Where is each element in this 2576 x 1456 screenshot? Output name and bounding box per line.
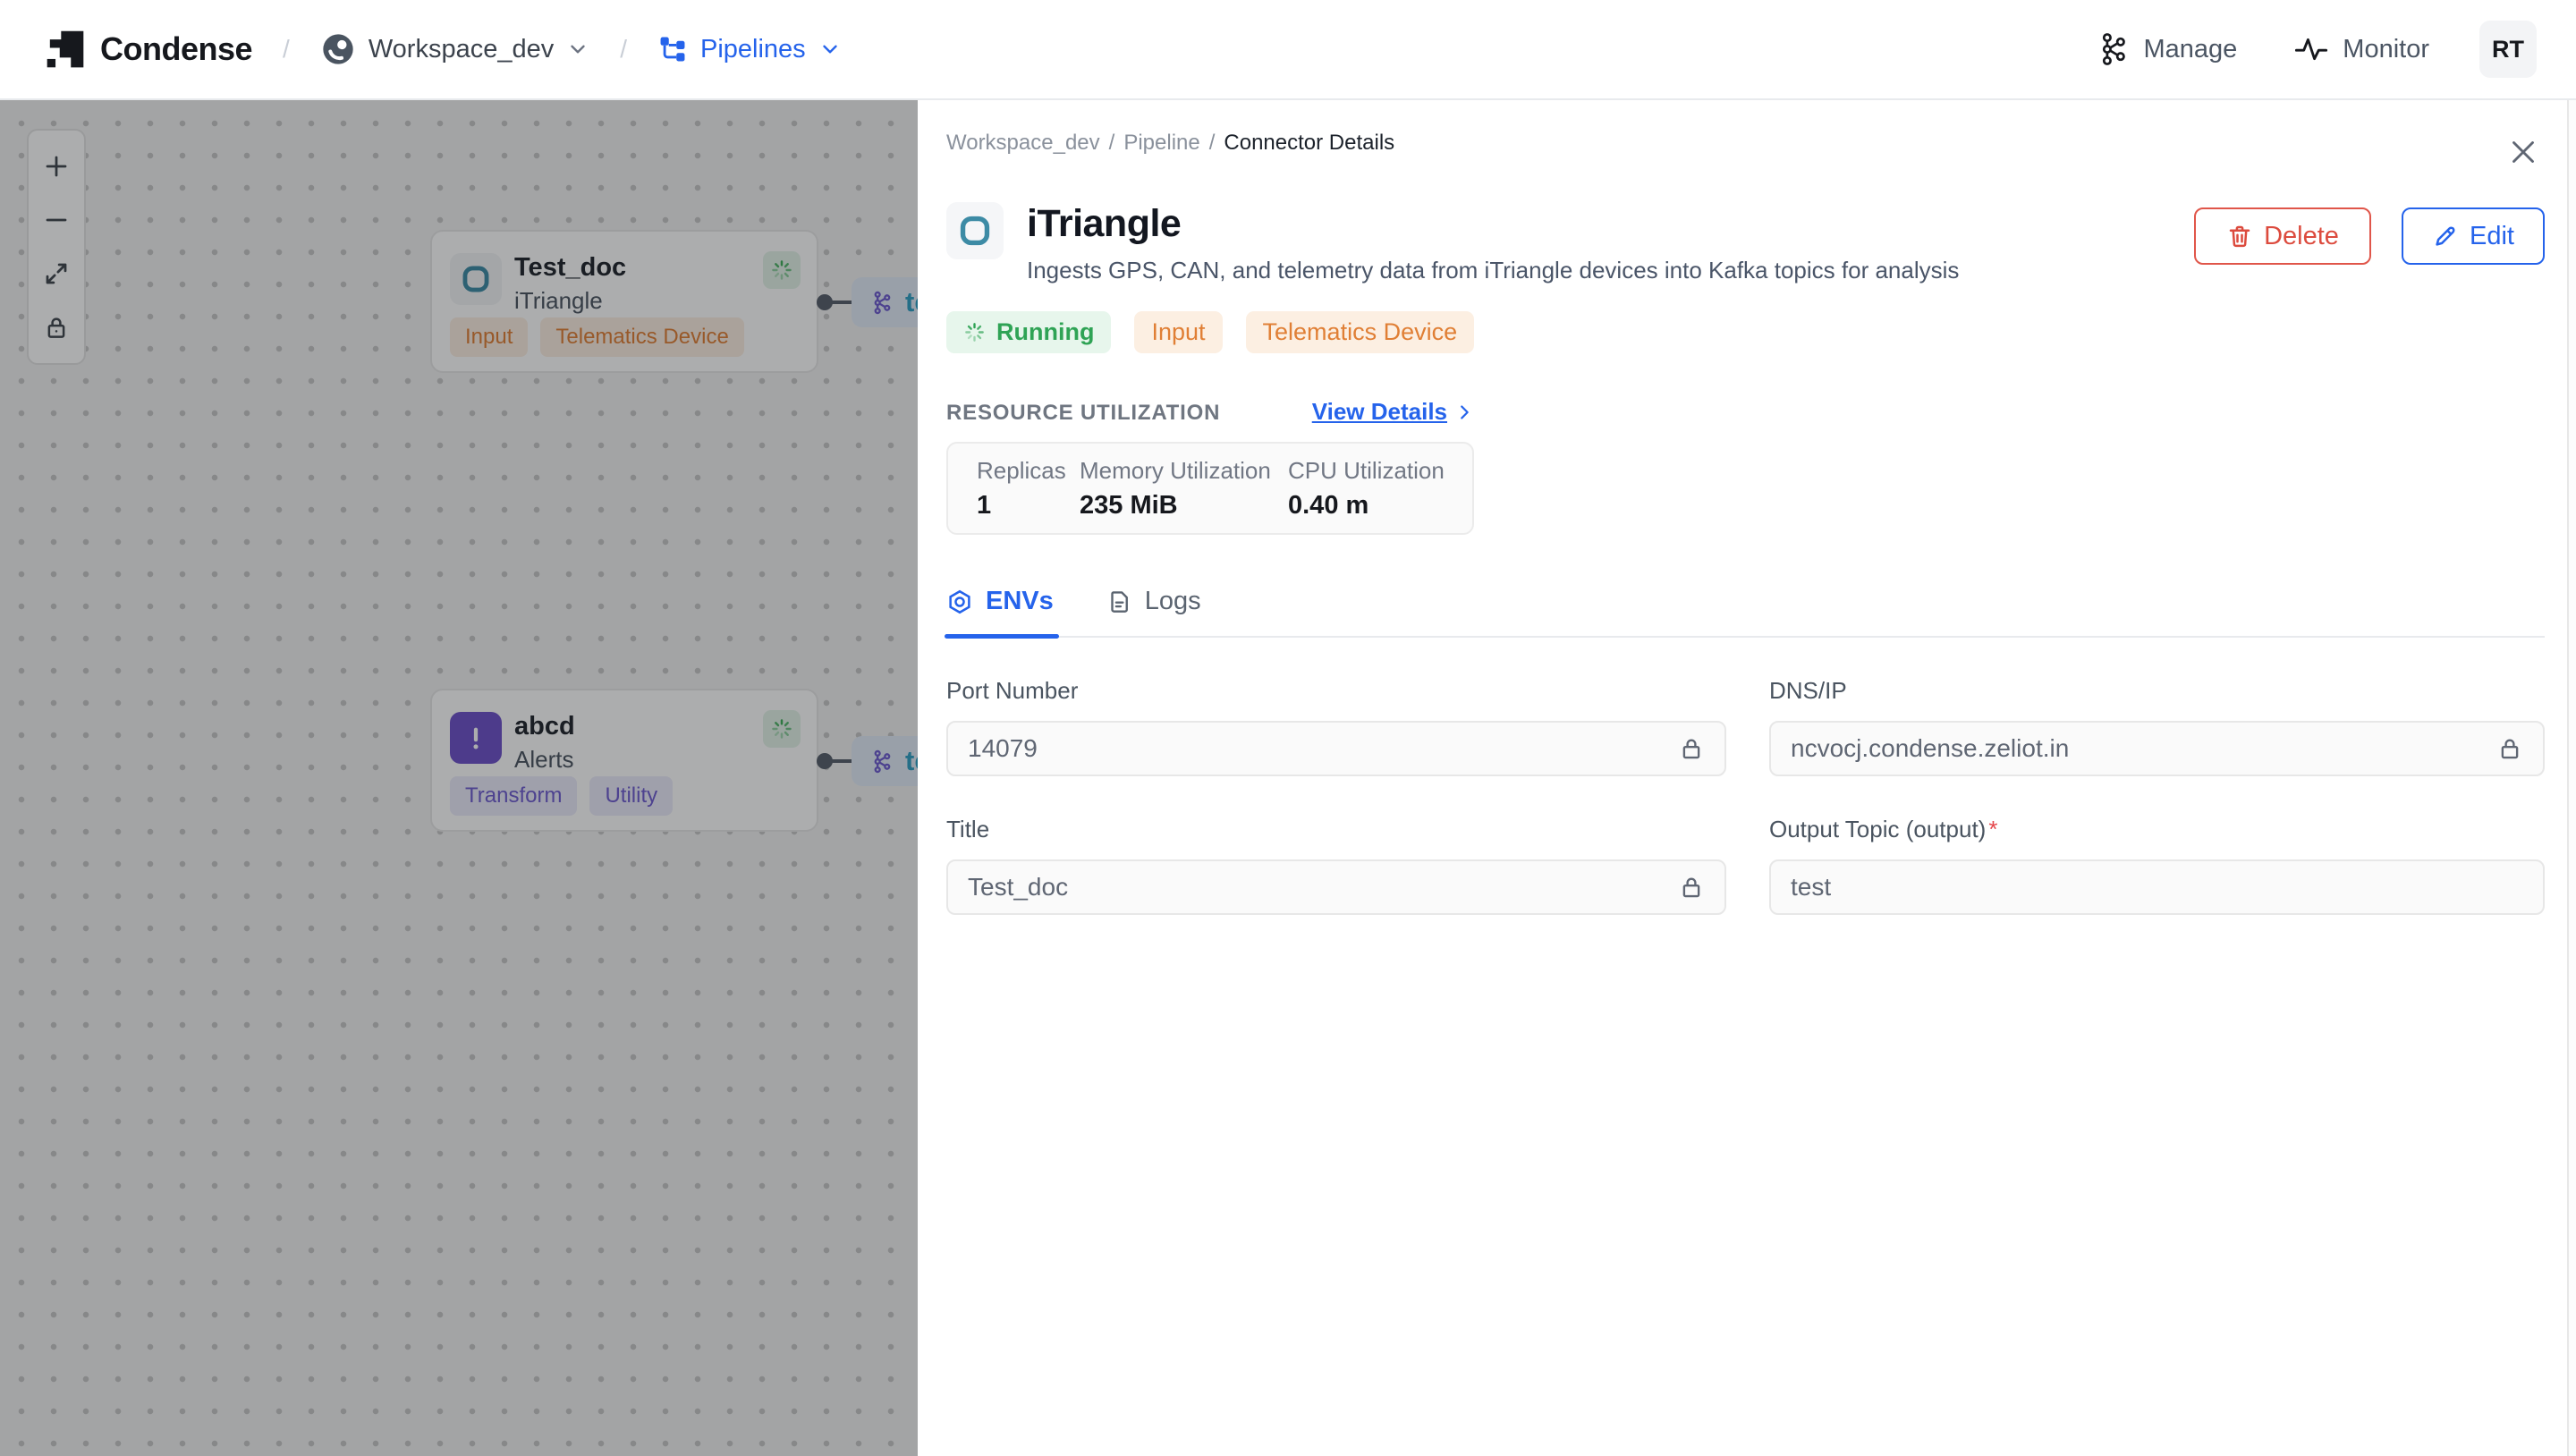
nav-separator: /	[283, 35, 290, 63]
hexagon-env-icon	[949, 589, 970, 614]
breadcrumb-current: Connector Details	[1224, 131, 1395, 155]
field-port-number: Port Number	[946, 677, 1726, 776]
connector-details-panel: Workspace_dev / Pipeline / Connector Det…	[918, 100, 2576, 1456]
env-form: Port Number DNS/IP	[946, 677, 2545, 915]
chevron-down-icon	[571, 45, 585, 54]
avatar-initials: RT	[2492, 35, 2524, 63]
view-details-link[interactable]: View Details	[1312, 398, 1474, 426]
output-topic-input[interactable]	[1791, 873, 2523, 902]
resource-utilization-heading: RESOURCE UTILIZATION	[946, 401, 1221, 425]
close-panel-icon[interactable]	[2507, 136, 2539, 168]
metric-cpu: CPU Utilization 0.40 m	[1288, 456, 1445, 520]
connector-title: iTriangle	[1027, 202, 1182, 245]
pencil-icon	[2436, 226, 2455, 246]
field-title: Title	[946, 816, 1726, 915]
document-logs-icon	[1111, 590, 1128, 613]
workspace-icon	[323, 34, 353, 64]
breadcrumb-pipeline[interactable]: Pipeline	[1123, 131, 1199, 156]
type-badge-telematics: Telematics Device	[1245, 311, 1475, 353]
breadcrumb-separator: /	[1208, 131, 1216, 155]
connector-description: Ingests GPS, CAN, and telemetry data fro…	[1027, 257, 1960, 284]
breadcrumb-workspace[interactable]: Workspace_dev	[946, 131, 1100, 156]
title-label: Title	[946, 816, 990, 842]
edit-label: Edit	[2470, 221, 2514, 250]
panel-tabs: ENVs Logs	[945, 587, 2545, 639]
resource-utilization-card: Replicas 1 Memory Utilization 235 MiB CP…	[946, 442, 1474, 535]
pipelines-label: Pipelines	[700, 34, 806, 63]
manage-kafka-icon	[2103, 33, 2126, 65]
top-nav: Condense / Workspace_dev / Pipelines Man…	[0, 0, 2576, 100]
output-topic-label: Output Topic (output) *	[1769, 816, 1998, 842]
tab-envs-label: ENVs	[986, 587, 1054, 615]
required-asterisk: *	[1988, 816, 1998, 842]
type-badge-input: Input	[1134, 311, 1223, 353]
pipelines-icon	[660, 37, 685, 62]
edit-button[interactable]: Edit	[2402, 207, 2545, 265]
metric-replicas: Replicas 1	[977, 456, 1066, 520]
app-window: Condense / Workspace_dev / Pipelines Man…	[0, 0, 2576, 1456]
metric-memory: Memory Utilization 235 MiB	[1080, 456, 1271, 520]
delete-label: Delete	[2264, 221, 2339, 250]
lock-icon	[1682, 877, 1700, 898]
chevron-down-icon	[822, 45, 837, 54]
port-number-input[interactable]	[968, 734, 1678, 763]
user-avatar[interactable]: RT	[2479, 21, 2537, 78]
brand-name: Condense	[100, 30, 253, 67]
field-dns-ip: DNS/IP	[1769, 677, 2545, 776]
monitor-label: Monitor	[2343, 34, 2429, 63]
title-input[interactable]	[968, 873, 1678, 902]
nav-separator: /	[620, 35, 627, 63]
panel-scrollbar[interactable]	[2567, 100, 2576, 1456]
status-badge: Running	[946, 311, 1112, 353]
lock-icon	[1682, 739, 1700, 759]
workspace-switcher[interactable]: Workspace_dev	[320, 31, 589, 67]
dns-ip-label: DNS/IP	[1769, 677, 1847, 704]
status-label: Running	[996, 318, 1095, 345]
lock-icon	[2501, 739, 2519, 759]
monitor-button[interactable]: Monitor	[2294, 34, 2429, 64]
manage-label: Manage	[2143, 34, 2238, 63]
condense-logo-icon	[47, 30, 84, 68]
pipeline-canvas[interactable]: Test_doc iTriangle Input Telematics Devi…	[0, 100, 918, 1456]
monitor-pulse-icon	[2295, 38, 2328, 61]
manage-button[interactable]: Manage	[2097, 32, 2237, 66]
connector-logo-tile	[946, 202, 1004, 259]
field-output-topic: Output Topic (output) *	[1769, 816, 2545, 915]
delete-button[interactable]: Delete	[2194, 207, 2371, 265]
running-spinner-icon	[965, 323, 984, 342]
panel-breadcrumb: Workspace_dev / Pipeline / Connector Det…	[946, 131, 1394, 156]
tab-logs-label: Logs	[1144, 587, 1201, 615]
itriangle-logo-icon	[960, 216, 990, 246]
trash-icon	[2229, 225, 2250, 248]
canvas-dim-overlay	[0, 100, 918, 1456]
workspace-label: Workspace_dev	[368, 34, 555, 63]
pipelines-switcher[interactable]: Pipelines	[657, 34, 842, 64]
dns-ip-input[interactable]	[1791, 734, 2496, 763]
brand-home-link[interactable]: Condense	[43, 27, 253, 72]
chevron-right-icon	[1461, 404, 1469, 419]
tab-logs[interactable]: Logs	[1106, 587, 1201, 636]
port-number-label: Port Number	[946, 677, 1079, 704]
tab-envs[interactable]: ENVs	[945, 587, 1059, 639]
breadcrumb-separator: /	[1108, 131, 1115, 155]
